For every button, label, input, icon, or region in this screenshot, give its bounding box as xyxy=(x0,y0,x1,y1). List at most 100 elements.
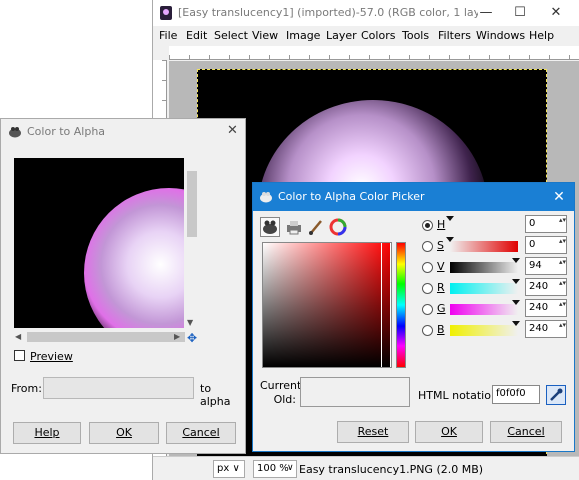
cancel-button[interactable]: Cancel xyxy=(166,422,236,444)
statusbar: px ∨ 100 % ∨ Easy translucency1.PNG (2.0… xyxy=(153,456,579,480)
channel-label-h: H xyxy=(437,218,446,231)
spin-b[interactable]: 240 xyxy=(525,320,567,338)
menu-windows[interactable]: Windows xyxy=(476,29,525,42)
scroll-right-arrow-icon[interactable]: ▶ xyxy=(174,332,180,341)
gimp-titlebar: [Easy translucency1] (imported)-57.0 (RG… xyxy=(153,0,579,26)
ok-button[interactable]: OK xyxy=(89,422,159,444)
help-button-label: Help xyxy=(34,426,60,439)
maximize-icon[interactable]: ☐ xyxy=(510,4,530,22)
radio-h[interactable] xyxy=(422,220,433,231)
cancel-button[interactable]: Cancel xyxy=(490,421,562,443)
close-icon[interactable]: ✕ xyxy=(547,186,571,208)
slider-s[interactable] xyxy=(450,241,518,252)
to-alpha-label: to alpha xyxy=(200,382,231,408)
zoom-value: 100 % xyxy=(257,463,289,474)
scroll-left-arrow-icon[interactable]: ◀ xyxy=(15,332,21,341)
dialog-title: Color to Alpha Color Picker xyxy=(278,190,425,203)
menu-image[interactable]: Image xyxy=(286,29,320,42)
color-wheel-tab-icon[interactable] xyxy=(328,217,348,237)
from-label: From: xyxy=(11,382,42,395)
eyedropper-icon[interactable] xyxy=(546,385,566,405)
gimp-wilber-icon xyxy=(8,126,22,138)
spin-g-value: 240 xyxy=(529,302,549,313)
spin-v[interactable]: 94 xyxy=(525,257,567,275)
reset-button[interactable]: Reset xyxy=(337,421,409,443)
menubar: File Edit Select View Image Layer Colors… xyxy=(153,26,579,46)
channel-label-s: S xyxy=(437,239,444,252)
picker-titlebar: Color to Alpha Color Picker ✕ xyxy=(253,183,574,211)
old-label: Old: xyxy=(273,393,296,406)
window-title: [Easy translucency1] (imported)-57.0 (RG… xyxy=(178,6,478,19)
slider-g[interactable] xyxy=(450,304,518,315)
slider-h[interactable] xyxy=(450,220,518,231)
hue-strip[interactable] xyxy=(396,242,406,368)
preview-label: Preview xyxy=(30,350,73,363)
preview-glow xyxy=(84,188,184,328)
slider-b[interactable] xyxy=(450,325,518,336)
saturation-value-square[interactable] xyxy=(262,242,392,368)
minimize-icon[interactable]: — xyxy=(476,4,496,22)
slider-v-marker[interactable] xyxy=(512,258,520,263)
color-picker-dialog: Color to Alpha Color Picker ✕ H 0 S 0 V … xyxy=(252,182,575,452)
slider-s-marker[interactable] xyxy=(446,237,454,242)
radio-v[interactable] xyxy=(422,262,433,273)
gimp-app-icon xyxy=(160,6,172,20)
horizontal-scrollbar[interactable] xyxy=(27,332,185,342)
channel-label-g: G xyxy=(437,302,446,315)
slider-v[interactable] xyxy=(450,262,518,273)
chevron-down-icon[interactable]: ∨ xyxy=(287,463,294,473)
slider-r[interactable] xyxy=(450,283,518,294)
color-swatch-current-old xyxy=(300,377,410,407)
slider-r-marker[interactable] xyxy=(512,279,520,284)
spin-h-value: 0 xyxy=(529,218,536,229)
color-to-alpha-dialog: Color to Alpha ✕ ▼ ◀ ▶ ✥ Preview From: t… xyxy=(0,118,246,454)
spin-b-value: 240 xyxy=(529,323,549,334)
channel-label-v: V xyxy=(437,260,445,273)
html-notation-label: HTML notation: xyxy=(418,389,502,402)
radio-g[interactable] xyxy=(422,304,433,315)
menu-layer[interactable]: Layer xyxy=(326,29,357,42)
menu-colors[interactable]: Colors xyxy=(361,29,395,42)
radio-b[interactable] xyxy=(422,325,433,336)
from-color-button[interactable] xyxy=(43,377,194,399)
ok-button[interactable]: OK xyxy=(415,421,483,443)
slider-b-marker[interactable] xyxy=(512,321,520,326)
spin-g[interactable]: 240 xyxy=(525,299,567,317)
menu-view[interactable]: View xyxy=(252,29,278,42)
menu-select[interactable]: Select xyxy=(214,29,248,42)
channel-label-b: B xyxy=(437,323,445,336)
menu-tools[interactable]: Tools xyxy=(402,29,429,42)
unit-value: px xyxy=(217,463,230,474)
radio-r[interactable] xyxy=(422,283,433,294)
spin-s[interactable]: 0 xyxy=(525,236,567,254)
cmyk-printer-tab-icon[interactable] xyxy=(284,217,304,237)
slider-h-marker[interactable] xyxy=(446,216,454,221)
reset-button-label: Reset xyxy=(357,425,389,438)
spin-h[interactable]: 0 xyxy=(525,215,567,233)
radio-s[interactable] xyxy=(422,241,433,252)
watercolor-brush-tab-icon[interactable] xyxy=(306,217,326,237)
current-label: Current: xyxy=(260,379,306,392)
spin-r[interactable]: 240 xyxy=(525,278,567,296)
preview-checkbox[interactable] xyxy=(14,350,25,361)
slider-g-marker[interactable] xyxy=(512,300,520,305)
menu-edit[interactable]: Edit xyxy=(186,29,207,42)
navigate-icon[interactable]: ✥ xyxy=(187,331,197,345)
close-icon[interactable]: ✕ xyxy=(546,4,566,22)
horizontal-ruler[interactable] xyxy=(169,46,579,60)
menu-file[interactable]: File xyxy=(159,29,177,42)
preview-area[interactable] xyxy=(14,158,184,328)
unit-select[interactable]: px ∨ xyxy=(213,460,245,478)
scroll-down-arrow-icon[interactable]: ▼ xyxy=(187,318,193,327)
gimp-selector-tab-icon[interactable] xyxy=(260,217,280,237)
spin-s-value: 0 xyxy=(529,239,536,250)
sv-cursor xyxy=(381,243,391,367)
close-icon[interactable]: ✕ xyxy=(227,123,238,138)
vertical-scrollbar[interactable] xyxy=(187,171,197,237)
menu-filters[interactable]: Filters xyxy=(438,29,471,42)
spin-v-value: 94 xyxy=(529,260,542,271)
html-notation-input[interactable]: f0f0f0 xyxy=(492,385,540,404)
help-button[interactable]: Help xyxy=(13,422,81,444)
cancel-button-label: Cancel xyxy=(507,425,545,438)
menu-help[interactable]: Help xyxy=(529,29,554,42)
